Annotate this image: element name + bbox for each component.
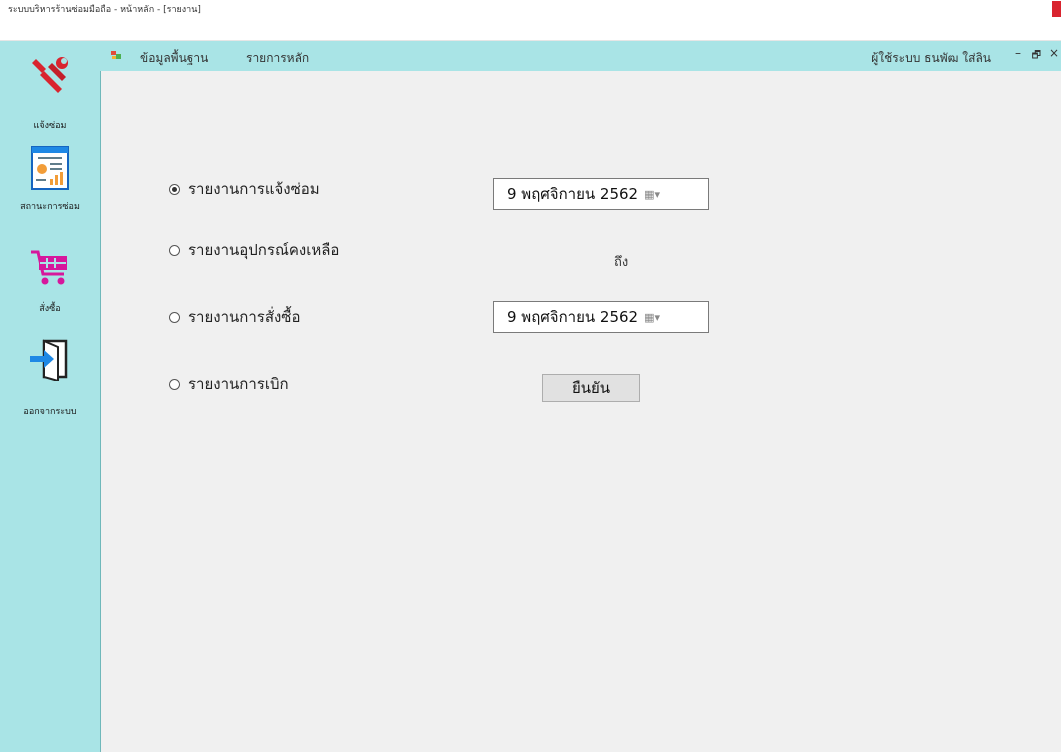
app-menu-icon bbox=[111, 51, 121, 59]
sidebar-item-logout[interactable]: ออกจากระบบ bbox=[0, 337, 100, 418]
window-close-button[interactable] bbox=[1052, 1, 1061, 17]
radio-label: รายงานการแจ้งซ่อม bbox=[188, 180, 320, 198]
logout-icon bbox=[30, 339, 68, 383]
shopping-cart-icon bbox=[31, 250, 67, 285]
radio-remaining-equipment-report[interactable]: รายงานอุปกรณ์คงเหลือ bbox=[169, 238, 339, 262]
menu-item-main-list[interactable]: รายการหลัก bbox=[246, 49, 309, 68]
menu-bar: ข้อมูลพื้นฐาน รายการหลัก ผู้ใช้ระบบ ธนพั… bbox=[100, 41, 1061, 71]
sidebar: แจ้งซ่อม สถานะการซ่อม สั่งซื้อ ออกจากระบ… bbox=[0, 41, 100, 752]
radio-label: รายงานการเบิก bbox=[188, 375, 289, 393]
minimize-button[interactable]: – bbox=[1015, 46, 1021, 60]
sidebar-item-order[interactable]: สั่งซื้อ bbox=[0, 246, 100, 315]
sidebar-item-label: แจ้งซ่อม bbox=[33, 121, 67, 131]
radio-repair-report[interactable]: รายงานการแจ้งซ่อม bbox=[169, 177, 320, 201]
report-chart-icon bbox=[31, 146, 69, 190]
date-from-value: 9 พฤศจิกายน 2562 bbox=[507, 185, 639, 203]
radio-label: รายงานอุปกรณ์คงเหลือ bbox=[188, 241, 340, 259]
calendar-dropdown-icon[interactable]: ▦▾ bbox=[644, 311, 660, 324]
radio-button[interactable] bbox=[169, 244, 180, 256]
date-to-value: 9 พฤศจิกายน 2562 bbox=[507, 308, 639, 326]
to-label: ถึง bbox=[614, 255, 629, 270]
calendar-dropdown-icon[interactable]: ▦▾ bbox=[644, 188, 660, 201]
radio-purchase-order-report[interactable]: รายงานการสั่งซื้อ bbox=[169, 305, 301, 329]
sidebar-item-label: ออกจากระบบ bbox=[23, 407, 77, 417]
sidebar-item-repair[interactable]: แจ้งซ่อม bbox=[0, 53, 100, 132]
current-user-label: ผู้ใช้ระบบ ธนพัฒ ใส่ลิน bbox=[871, 51, 991, 65]
radio-button[interactable] bbox=[169, 378, 180, 390]
radio-label: รายงานการสั่งซื้อ bbox=[188, 308, 301, 326]
sidebar-item-label: สั่งซื้อ bbox=[39, 304, 61, 314]
restore-button[interactable]: 🗗 bbox=[1032, 48, 1041, 65]
report-form: รายงานการแจ้งซ่อม รายงานอุปกรณ์คงเหลือ ร… bbox=[100, 71, 1061, 752]
date-to-picker[interactable]: 9 พฤศจิกายน 2562 ▦▾ bbox=[493, 301, 709, 333]
sidebar-item-label: สถานะการซ่อม bbox=[20, 202, 80, 212]
close-mdi-button[interactable]: × bbox=[1049, 46, 1059, 60]
radio-button[interactable] bbox=[169, 183, 180, 195]
title-bar: ระบบบริหารร้านซ่อมมือถือ - หน้าหลัก - [ร… bbox=[0, 0, 1061, 41]
menu-item-basic-data[interactable]: ข้อมูลพื้นฐาน bbox=[140, 49, 208, 68]
date-from-picker[interactable]: 9 พฤศจิกายน 2562 ▦▾ bbox=[493, 178, 709, 210]
confirm-button[interactable]: ยืนยัน bbox=[542, 374, 640, 402]
wrench-icon bbox=[32, 57, 68, 93]
sidebar-item-repair-status[interactable]: สถานะการซ่อม bbox=[0, 145, 100, 213]
radio-button[interactable] bbox=[169, 311, 180, 323]
window-title: ระบบบริหารร้านซ่อมมือถือ - หน้าหลัก - [ร… bbox=[8, 5, 201, 15]
radio-withdrawal-report[interactable]: รายงานการเบิก bbox=[169, 372, 289, 396]
